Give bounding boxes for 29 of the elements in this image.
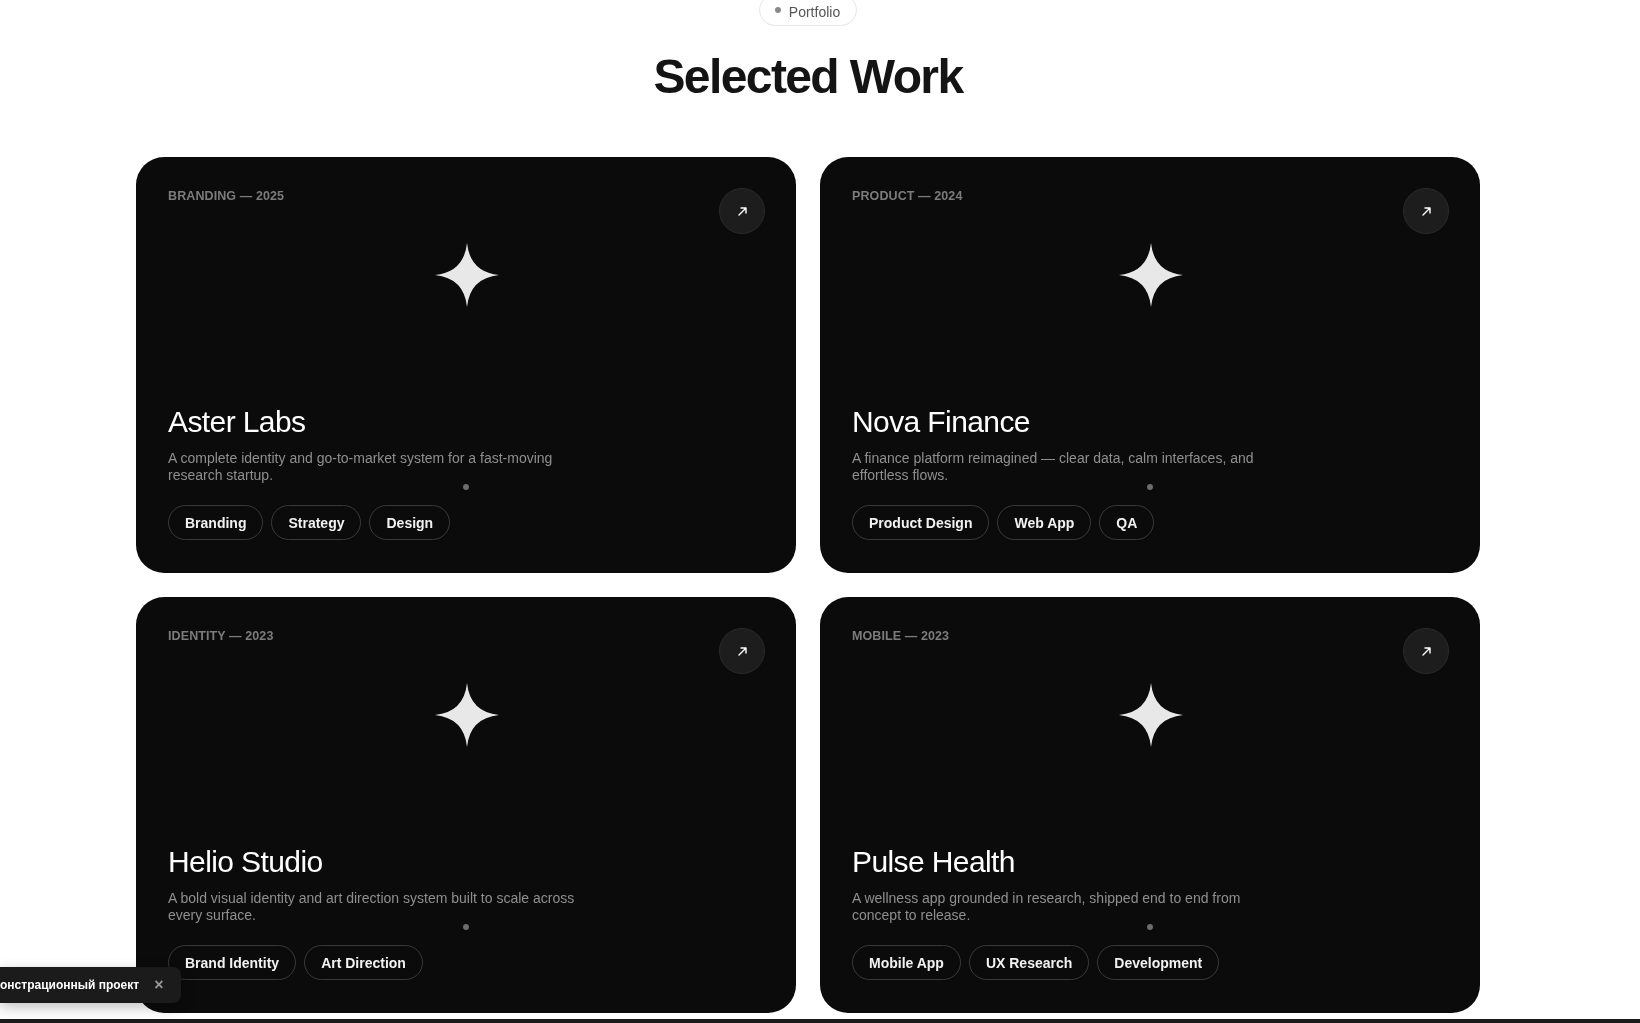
category-label: IDENTITY — 2023 bbox=[168, 628, 274, 644]
project-title: Aster Labs bbox=[168, 404, 306, 440]
open-project-button[interactable] bbox=[719, 628, 765, 674]
project-description: A wellness app grounded in research, shipped end to end from concept to release. bbox=[852, 890, 1242, 924]
dot-icon bbox=[463, 484, 469, 490]
category-label: BRANDING — 2025 bbox=[168, 188, 285, 204]
project-title: Nova Finance bbox=[852, 404, 1030, 440]
dot-icon bbox=[774, 7, 781, 13]
open-project-button[interactable] bbox=[719, 188, 765, 234]
project-description: A bold visual identity and art direction system built to scale across every surface. bbox=[168, 890, 576, 924]
project-description: A finance platform reimagined — clear data, calm interfaces, and effortless flows. bbox=[852, 450, 1255, 484]
category-label: PRODUCT — 2024 bbox=[852, 188, 963, 204]
arrow-icon bbox=[1421, 206, 1431, 216]
dot-icon bbox=[463, 924, 469, 930]
category-label: MOBILE — 2023 bbox=[852, 628, 950, 644]
open-project-button[interactable] bbox=[1403, 188, 1449, 234]
close-button[interactable]: × bbox=[152, 977, 166, 993]
arrow-icon bbox=[1421, 646, 1431, 656]
badge-label: Portfolio bbox=[788, 4, 841, 20]
project-title: Pulse Health bbox=[852, 844, 1015, 880]
toast-message: онстрационный проект bbox=[0, 978, 140, 992]
project-title: Helio Studio bbox=[168, 844, 323, 880]
dot-icon bbox=[1147, 924, 1153, 930]
section-title: Selected Work bbox=[653, 50, 963, 103]
arrow-icon bbox=[737, 206, 747, 216]
dot-icon bbox=[1147, 484, 1153, 490]
open-project-button[interactable] bbox=[1403, 628, 1449, 674]
project-description: A complete identity and go-to-market system for a fast-moving research startup. bbox=[168, 450, 554, 484]
arrow-icon bbox=[737, 646, 747, 656]
